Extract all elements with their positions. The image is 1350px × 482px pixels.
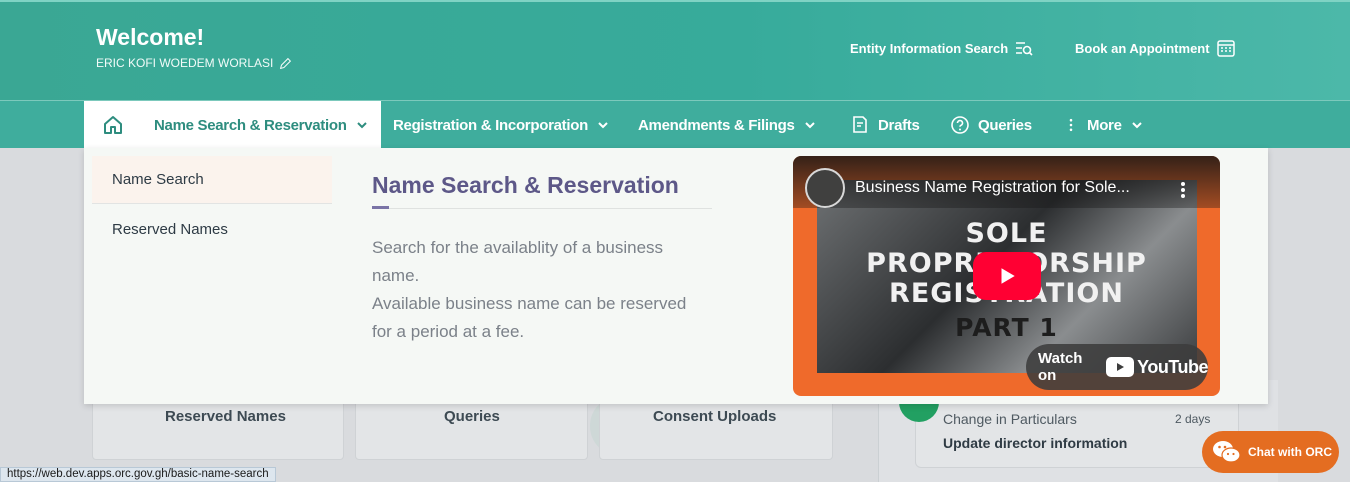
book-appointment-label: Book an Appointment <box>1075 40 1210 56</box>
nav-registration-incorporation[interactable]: Registration & Incorporation <box>393 101 610 149</box>
nav-name-search-reservation[interactable]: Name Search & Reservation <box>84 101 381 149</box>
activity-type: Change in Particulars <box>943 411 1077 427</box>
kebab-menu-icon[interactable] <box>1177 180 1189 200</box>
menu-description: Search for the availablity of a business… <box>372 234 712 346</box>
calendar-icon <box>1216 40 1235 57</box>
vertical-dots-icon <box>1069 118 1073 132</box>
list-search-icon <box>1016 42 1033 56</box>
nav-label: Amendments & Filings <box>638 116 795 134</box>
description-line: name. <box>372 266 420 285</box>
browser-status-url: https://web.dev.apps.orc.gov.gh/basic-na… <box>0 467 276 482</box>
nav-more[interactable]: More <box>1063 101 1144 149</box>
nav-drafts[interactable]: Drafts <box>850 101 920 149</box>
activity-item[interactable] <box>915 396 1239 468</box>
chevron-down-icon <box>598 122 608 129</box>
video-title[interactable]: Business Name Registration for Sole... <box>855 179 1165 197</box>
nav-label: Name Search & Reservation <box>154 116 347 134</box>
chat-with-orc-button[interactable]: Chat with ORC <box>1202 431 1339 473</box>
drafts-icon <box>853 116 867 133</box>
home-icon[interactable] <box>102 114 124 136</box>
watch-on-youtube-button[interactable]: Watch on YouTube <box>1026 344 1208 390</box>
wechat-chat-icon <box>1213 441 1241 463</box>
chevron-down-icon <box>804 122 815 129</box>
nav-queries[interactable]: Queries <box>950 101 1032 149</box>
nav-label: Drafts <box>878 116 920 134</box>
nav-label: Queries <box>978 116 1032 134</box>
user-name-text: ERIC KOFI WOEDEM WORLASI <box>96 56 274 70</box>
welcome-heading: Welcome! <box>96 24 205 50</box>
description-line: for a period at a fee. <box>372 322 525 341</box>
card-label: Reserved Names <box>165 408 286 425</box>
nav-label: Registration & Incorporation <box>393 116 588 134</box>
submenu-reserved-names[interactable]: Reserved Names <box>92 205 332 253</box>
nav-amendments-filings[interactable]: Amendments & Filings <box>638 101 817 149</box>
title-accent-bar <box>372 206 389 209</box>
youtube-wordmark: YouTube <box>1137 356 1208 377</box>
card-label: Consent Uploads <box>653 408 777 425</box>
entity-information-search-link[interactable]: Entity Information Search <box>850 38 1034 58</box>
description-line: Search for the availablity of a business <box>372 238 664 257</box>
activity-title: Update director information <box>943 435 1128 451</box>
submenu-name-search[interactable]: Name Search <box>92 156 332 204</box>
main-nav: Name Search & Reservation Registration &… <box>0 100 1350 149</box>
youtube-play-icon <box>1106 357 1135 377</box>
book-appointment-link[interactable]: Book an Appointment <box>1075 38 1236 58</box>
card-label: Queries <box>444 408 500 425</box>
menu-section-title: Name Search & Reservation <box>372 172 679 198</box>
youtube-video-embed[interactable]: Business Name Registration for Sole... S… <box>793 156 1220 396</box>
channel-avatar[interactable] <box>805 168 845 208</box>
entity-search-label: Entity Information Search <box>850 40 1009 56</box>
thumbnail-text: PART 1 <box>955 313 1058 342</box>
title-divider <box>372 208 712 209</box>
edit-icon[interactable] <box>279 57 292 70</box>
play-icon <box>1001 268 1015 284</box>
play-button[interactable] <box>973 252 1041 300</box>
chevron-up-icon <box>356 122 367 129</box>
activity-time: 2 days <box>1175 412 1211 426</box>
nav-label: More <box>1087 116 1122 134</box>
watch-on-label: Watch on <box>1038 350 1083 384</box>
youtube-logo: YouTube <box>1106 357 1208 378</box>
chat-label: Chat with ORC <box>1248 445 1332 459</box>
thumbnail-text: SOLE <box>965 218 1048 249</box>
description-line: Available business name can be reserved <box>372 294 687 313</box>
chevron-down-icon <box>1131 122 1142 129</box>
top-header: Welcome! ERIC KOFI WOEDEM WORLASI Entity… <box>0 0 1350 100</box>
user-name: ERIC KOFI WOEDEM WORLASI <box>96 56 292 70</box>
question-circle-icon <box>951 116 969 134</box>
